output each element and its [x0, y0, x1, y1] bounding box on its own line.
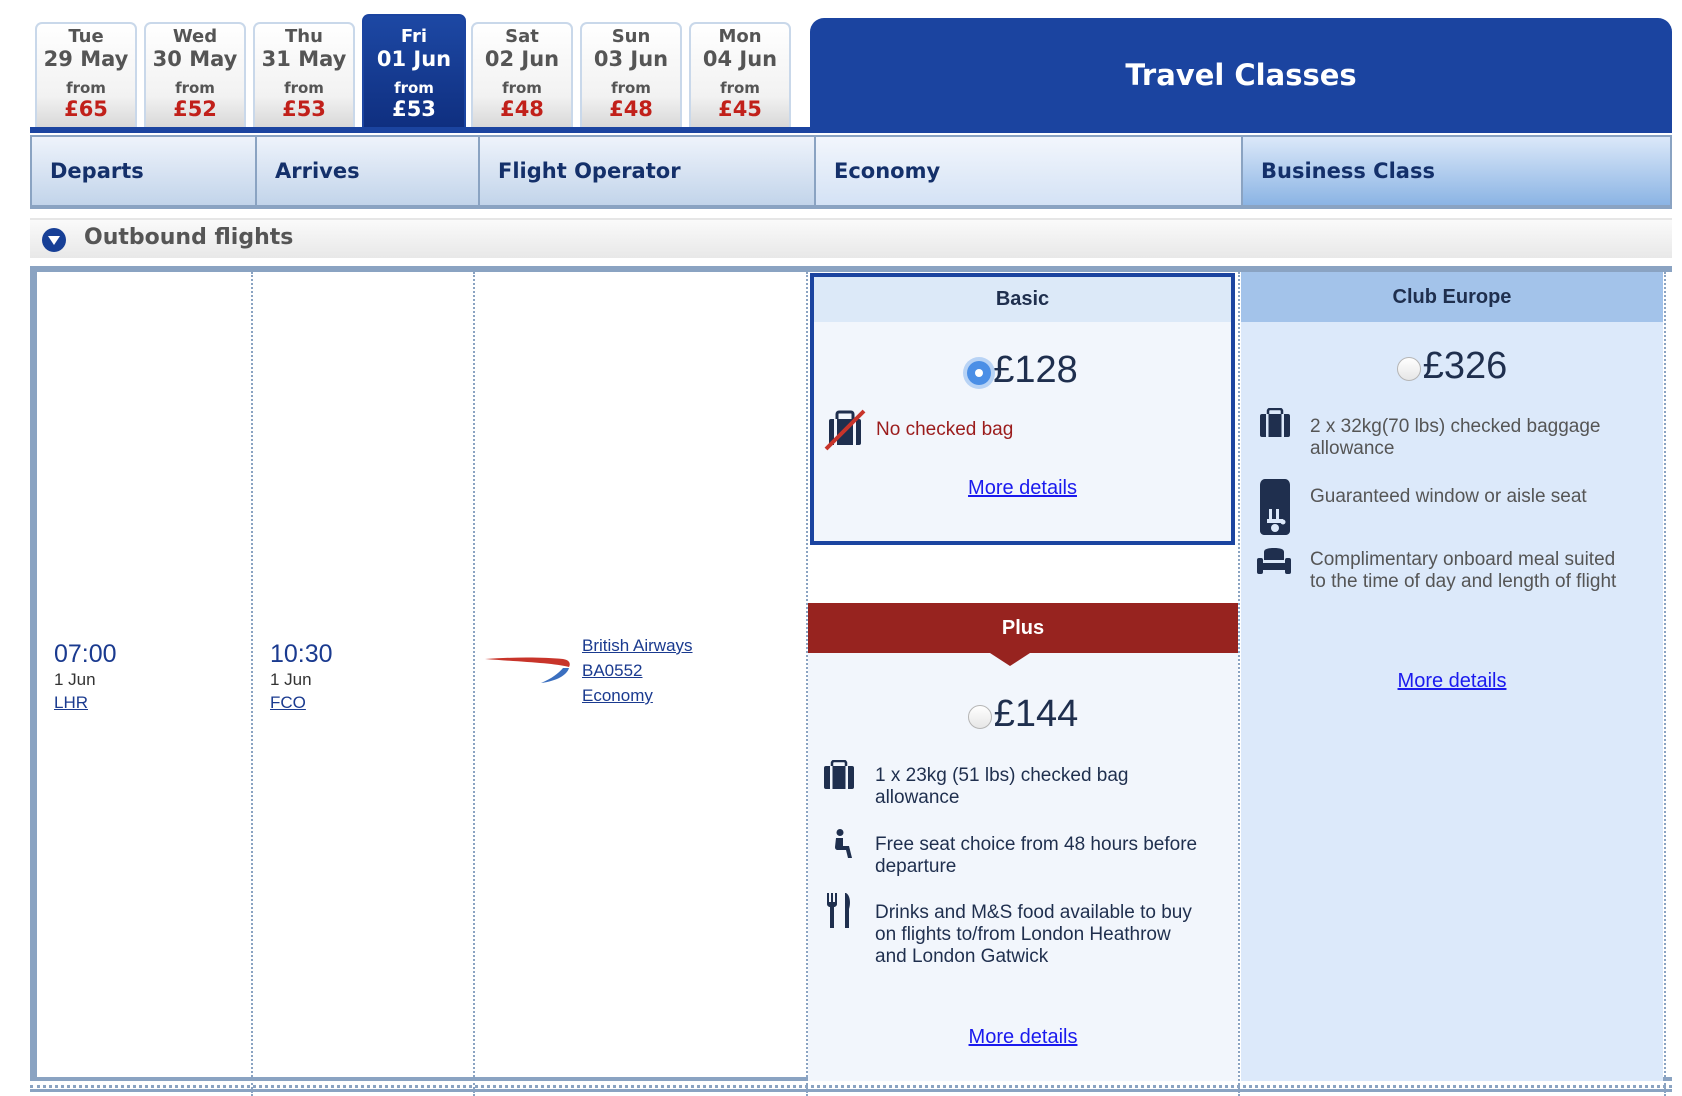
column-divider: [1664, 272, 1666, 1096]
fare-price-club-europe: £326: [1422, 345, 1508, 387]
tab-day: Fri: [400, 26, 428, 47]
tab-price: £65: [64, 97, 108, 121]
tab-day: Sat: [505, 26, 539, 47]
tab-date: 29 May: [43, 47, 129, 71]
column-header-business-class: Business Class: [1241, 135, 1672, 209]
cabin-link[interactable]: Economy: [582, 683, 693, 708]
column-divider: [473, 272, 475, 1096]
fare-price-row-club-europe: £326: [1241, 345, 1663, 388]
tab-day: Wed: [172, 26, 218, 47]
cutlery-icon: [826, 893, 852, 933]
column-header-arrives: Arrives: [255, 135, 478, 209]
fare-title-plus: Plus: [808, 603, 1238, 653]
fare-feature-plus-bag: 1 x 23kg (51 lbs) checked bag allowance: [875, 765, 1129, 808]
arrival-date: 1 Jun: [270, 670, 312, 689]
date-tab-mon-04-jun[interactable]: Mon 04 Jun from £45: [689, 22, 791, 127]
no-bag-icon: [824, 409, 866, 455]
fare-title-basic: Basic: [814, 277, 1231, 322]
row-separator: [30, 1089, 1672, 1092]
tab-from-label: from: [66, 79, 106, 97]
arrival-airport-link[interactable]: FCO: [270, 693, 306, 712]
seat-person-icon: [832, 829, 854, 863]
date-tab-wed-30-may[interactable]: Wed 30 May from £52: [144, 22, 246, 127]
column-header-departs: Departs: [30, 135, 255, 209]
tab-from-label: from: [611, 79, 651, 97]
fare-card-basic[interactable]: Basic £128 No checked bag More details: [810, 273, 1235, 545]
tab-date: 04 Jun: [702, 47, 778, 71]
departure-time: 07:00: [54, 640, 117, 668]
fare-feature-club-meal: Complimentary onboard meal suited to the…: [1310, 549, 1617, 592]
outbound-flights-label: Outbound flights: [84, 225, 294, 250]
tab-from-label: from: [394, 79, 434, 97]
date-tab-fri-01-jun-selected[interactable]: Fri 01 Jun from £53: [362, 14, 466, 127]
fare-feature-basic: No checked bag: [876, 419, 1014, 440]
more-details-plus-link[interactable]: More details: [808, 1026, 1238, 1049]
luggage-icon: [823, 759, 855, 794]
tab-date: 03 Jun: [593, 47, 669, 71]
fare-price-row-plus: £144: [808, 693, 1238, 736]
arrival-time: 10:30: [270, 640, 333, 668]
tab-date: 01 Jun: [376, 47, 452, 71]
tab-price: £48: [609, 97, 653, 121]
more-details-basic-link[interactable]: More details: [814, 477, 1231, 500]
tab-price: £45: [718, 97, 762, 121]
tab-date: 02 Jun: [484, 47, 560, 71]
departure-date: 1 Jun: [54, 670, 96, 689]
fare-price-row-basic: £128: [814, 349, 1231, 392]
fare-price-basic: £128: [993, 349, 1078, 391]
chevron-down-circle-icon: [42, 228, 66, 252]
fare-radio-basic[interactable]: [967, 361, 992, 385]
british-airways-logo: [483, 651, 573, 685]
date-tab-tue-29-may[interactable]: Tue 29 May from £65: [35, 22, 137, 127]
column-header-economy: Economy: [814, 135, 1241, 209]
column-divider: [1238, 272, 1240, 1096]
outbound-flights-toggle[interactable]: Outbound flights: [30, 218, 1672, 258]
fare-feature-plus-food: Drinks and M&S food available to buy on …: [875, 902, 1192, 967]
tab-price: £52: [173, 97, 217, 121]
fare-feature-club-seat: Guaranteed window or aisle seat: [1310, 486, 1587, 507]
date-tabs-underline: [30, 127, 810, 133]
flight-number-link[interactable]: BA0552: [582, 658, 693, 683]
fare-radio-plus[interactable]: [967, 705, 992, 729]
arrival-info: 10:30 1 Jun FCO: [270, 640, 333, 715]
travel-classes-header: Travel Classes: [810, 18, 1672, 133]
date-tab-sun-03-jun[interactable]: Sun 03 Jun from £48: [580, 22, 682, 127]
tab-from-label: from: [502, 79, 542, 97]
plus-pointer: [990, 653, 1030, 666]
tab-from-label: from: [284, 79, 324, 97]
more-details-club-europe-link[interactable]: More details: [1241, 670, 1663, 693]
tab-day: Tue: [68, 26, 104, 47]
luggage-icon: [1259, 407, 1291, 442]
fare-feature-plus-seat: Free seat choice from 48 hours before de…: [875, 834, 1198, 877]
date-tab-sat-02-jun[interactable]: Sat 02 Jun from £48: [471, 22, 573, 127]
operator-info: British Airways BA0552 Economy: [582, 633, 693, 708]
row-separator: [30, 1085, 1672, 1088]
tab-day: Sun: [611, 26, 651, 47]
column-header-flight-operator: Flight Operator: [478, 135, 814, 209]
tab-date: 31 May: [261, 47, 347, 71]
tab-from-label: from: [720, 79, 760, 97]
tab-price: £53: [282, 97, 326, 121]
tab-day: Mon: [718, 26, 762, 47]
tab-date: 30 May: [152, 47, 238, 71]
fare-price-plus: £144: [993, 693, 1079, 735]
airline-link[interactable]: British Airways: [582, 633, 693, 658]
fare-title-club-europe: Club Europe: [1241, 272, 1663, 322]
departure-airport-link[interactable]: LHR: [54, 693, 88, 712]
departure-info: 07:00 1 Jun LHR: [54, 640, 117, 715]
column-divider: [251, 272, 253, 1096]
meal-icon: [1256, 548, 1292, 578]
fare-radio-club-europe[interactable]: [1396, 357, 1421, 381]
tab-from-label: from: [175, 79, 215, 97]
date-tab-thu-31-may[interactable]: Thu 31 May from £53: [253, 22, 355, 127]
tab-day: Thu: [285, 26, 323, 47]
tab-price: £53: [392, 97, 436, 121]
fare-feature-club-bag: 2 x 32kg(70 lbs) checked baggage allowan…: [1310, 416, 1601, 459]
tab-price: £48: [500, 97, 544, 121]
window-seat-icon: [1259, 479, 1291, 539]
